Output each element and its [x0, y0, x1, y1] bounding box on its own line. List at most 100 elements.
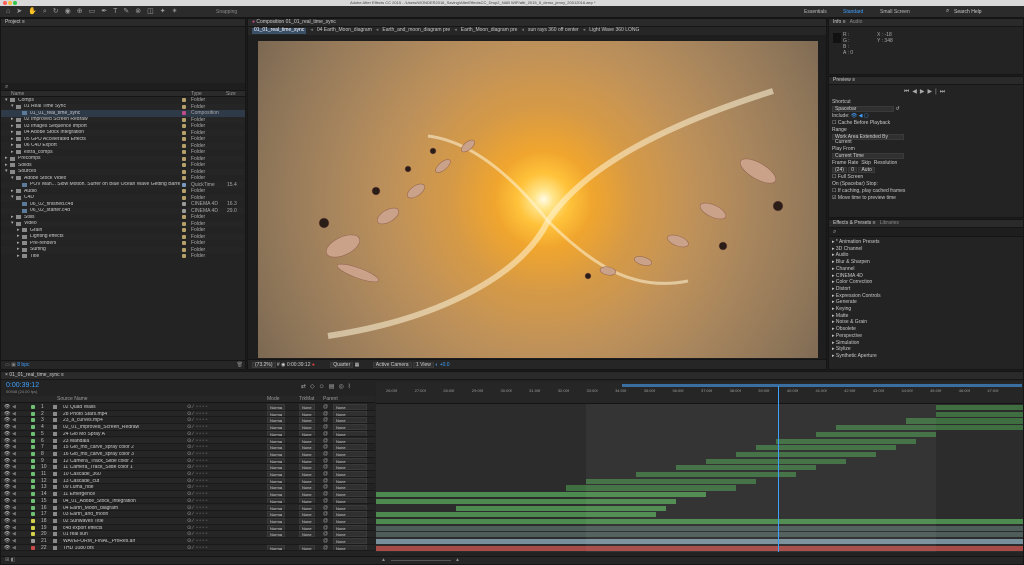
effect-category[interactable]: ▸ Noise & Grain [832, 319, 1020, 326]
layer-switch-icons[interactable]: ⊙ ∕ ▫ ▫ ▫ ▫ [187, 545, 207, 551]
layer-row[interactable]: 👁 ◀ 15 04_01_Adobe_Stock_Integration ⊙ ∕ ▫ ▫… [1, 497, 375, 505]
layer-row[interactable]: 👁 ◀ 1 02 Quad Walls ⊙ ∕ ▫ ▫ ▫ ▫ Norma None @ Non… [1, 404, 375, 411]
effect-category[interactable]: ▸ Obsolete [832, 326, 1020, 333]
effect-category[interactable]: ▸ Matte [832, 313, 1020, 320]
label-color-swatch[interactable] [182, 182, 186, 187]
clone-tool-icon[interactable]: ⊗ [135, 8, 141, 16]
parent-dropdown[interactable]: None [333, 524, 367, 531]
layer-switch-icons[interactable]: ⊙ ∕ ▫ ▫ ▫ ▫ [187, 505, 207, 511]
parent-dropdown[interactable]: None [333, 404, 367, 410]
audio-icon[interactable]: ◀ [12, 472, 16, 477]
label-color-swatch[interactable] [182, 228, 186, 232]
parent-pickwhip-icon[interactable]: @ [323, 485, 328, 490]
breadcrumb-item[interactable]: 01_01_real_time_sync [252, 28, 307, 34]
channel-icon[interactable]: ● [312, 362, 315, 368]
frame-rate-dropdown[interactable]: (24) [832, 167, 847, 173]
time-ruler[interactable]: 26:00f 27:00f 28:00f 29:00f 30:00f 31:00f 32:0… [376, 389, 1023, 397]
layer-row[interactable]: 👁 ◀ 17 03 Earth_and_moon ⊙ ∕ ▫ ▫ ▫ ▫ Norma Non… [1, 511, 375, 518]
layer-duration-bar[interactable] [936, 411, 1023, 417]
effect-category[interactable]: ▸ Blur & Sharpen [832, 259, 1020, 266]
layer-name[interactable]: 02 Sunwaves Title [63, 519, 183, 524]
toggle-modes-icon[interactable]: ◧ [11, 557, 16, 563]
layer-row[interactable]: 👁 ◀ 5 24 Glo Mo Spray A ⊙ ∕ ▫ ▫ ▫ ▫ Norma None… [1, 430, 375, 438]
parent-dropdown[interactable]: None [333, 477, 367, 484]
layer-label-color[interactable] [31, 525, 35, 530]
label-color-swatch[interactable] [182, 111, 186, 115]
parent-dropdown[interactable]: None [333, 424, 367, 430]
visibility-eye-icon[interactable]: 👁 [4, 545, 10, 551]
graph-editor-icon[interactable]: ⌇ [348, 384, 355, 390]
effect-category[interactable]: ▸ Perspective [832, 333, 1020, 340]
layer-row[interactable]: 👁 ◀ 18 02 Sunwaves Title ⊙ ∕ ▫ ▫ ▫ ▫ Norma Non… [1, 517, 375, 525]
rotate-tool-icon[interactable]: ↻ [53, 8, 59, 16]
layer-switch-icons[interactable]: ⊙ ∕ ▫ ▫ ▫ ▫ [187, 431, 207, 437]
panel-menu-icon[interactable]: ≡ [873, 220, 876, 226]
trkmat-dropdown[interactable]: None [299, 484, 315, 491]
parent-dropdown[interactable]: None [333, 497, 367, 504]
timeline-tab[interactable]: 01_01_real_time_sync [9, 372, 59, 378]
visibility-eye-icon[interactable]: 👁 [4, 505, 10, 511]
audio-icon[interactable]: ◀ [12, 465, 16, 470]
visibility-eye-icon[interactable]: 👁 [4, 532, 10, 537]
layer-name[interactable]: 23 Mandala [63, 439, 183, 444]
effect-category[interactable]: ▸ Distort [832, 286, 1020, 293]
trkmat-dropdown[interactable]: None [299, 517, 315, 524]
layer-switch-icons[interactable]: ⊙ ∕ ▫ ▫ ▫ ▫ [187, 458, 207, 464]
trkmat-dropdown[interactable]: None [299, 544, 315, 551]
layer-row[interactable]: 👁 ◀ 2 28 Photo Stars.mp4 ⊙ ∕ ▫ ▫ ▫ ▫ Norma Non… [1, 410, 375, 418]
effect-category[interactable]: ▸ Generate [832, 299, 1020, 306]
parent-dropdown[interactable]: None [333, 444, 367, 450]
visibility-eye-icon[interactable]: 👁 [4, 438, 10, 444]
audio-icon[interactable]: ◀ [12, 411, 16, 417]
effects-tab[interactable]: Effects & Presets [833, 220, 871, 226]
zoom-slider[interactable] [391, 560, 451, 561]
audio-icon[interactable]: ◀ [12, 425, 16, 430]
parent-dropdown[interactable]: None [333, 464, 367, 471]
audio-icon[interactable]: ◀ [12, 518, 16, 524]
info-tab[interactable]: Info [833, 19, 841, 25]
col-trkmat[interactable]: TrkMat [299, 397, 314, 402]
layer-row[interactable]: 👁 ◀ 9 12 Camera_Track_Slide color 2 ⊙ ∕ ▫ ▫ … [1, 457, 375, 465]
draft-3d-icon[interactable]: ◇ [310, 384, 319, 390]
new-folder-icon[interactable]: ▭ [5, 362, 10, 368]
audio-icon[interactable]: ◀ [12, 478, 16, 484]
hand-tool-icon[interactable]: ✋ [28, 8, 37, 16]
parent-pickwhip-icon[interactable]: @ [323, 498, 328, 504]
label-color-swatch[interactable] [182, 241, 186, 245]
label-color-swatch[interactable] [182, 137, 186, 141]
roto-tool-icon[interactable]: ✦ [160, 8, 166, 16]
layer-name[interactable]: 23_a_curves.mp4 [63, 418, 183, 423]
visibility-eye-icon[interactable]: 👁 [4, 512, 10, 517]
layer-label-color[interactable] [31, 405, 35, 409]
layer-label-color[interactable] [31, 425, 35, 430]
pan-behind-tool-icon[interactable]: ⊕ [77, 8, 83, 16]
label-color-swatch[interactable] [182, 130, 186, 135]
parent-dropdown[interactable]: None [333, 491, 367, 497]
parent-pickwhip-icon[interactable]: @ [323, 411, 328, 417]
breadcrumb-item[interactable]: Earth_Moon_diagram pre [461, 28, 518, 34]
layer-switch-icons[interactable]: ⊙ ∕ ▫ ▫ ▫ ▫ [187, 472, 207, 477]
layer-label-color[interactable] [31, 539, 35, 543]
parent-pickwhip-icon[interactable]: @ [323, 438, 328, 444]
audio-icon[interactable]: ◀ [12, 505, 16, 511]
audio-icon[interactable]: ◀ [12, 498, 16, 504]
parent-pickwhip-icon[interactable]: @ [323, 445, 328, 450]
camera-snapshot-icon[interactable]: ◉ [281, 362, 285, 368]
blend-mode-dropdown[interactable]: Norma [267, 410, 286, 417]
layer-switch-icons[interactable]: ⊙ ∕ ▫ ▫ ▫ ▫ [187, 411, 207, 417]
parent-pickwhip-icon[interactable]: @ [323, 458, 328, 464]
parent-pickwhip-icon[interactable]: @ [323, 431, 328, 437]
panel-menu-icon[interactable]: ≡ [22, 19, 25, 25]
layer-name[interactable]: 04_01_Adobe_Stock_Integration [63, 499, 183, 504]
blend-mode-dropdown[interactable]: Norma [267, 484, 286, 491]
effect-category[interactable]: ▸ Keying [832, 306, 1020, 313]
parent-dropdown[interactable]: None [333, 484, 367, 491]
blend-mode-dropdown[interactable]: Norma [267, 417, 286, 424]
parent-pickwhip-icon[interactable]: @ [323, 532, 328, 537]
audio-icon[interactable]: ◀ [12, 532, 16, 537]
layer-duration-bar[interactable] [936, 405, 1023, 411]
parent-dropdown[interactable]: None [333, 511, 367, 517]
panel-menu-icon[interactable]: ≡ [852, 77, 855, 83]
label-color-swatch[interactable] [182, 195, 186, 200]
label-color-swatch[interactable] [182, 150, 186, 154]
